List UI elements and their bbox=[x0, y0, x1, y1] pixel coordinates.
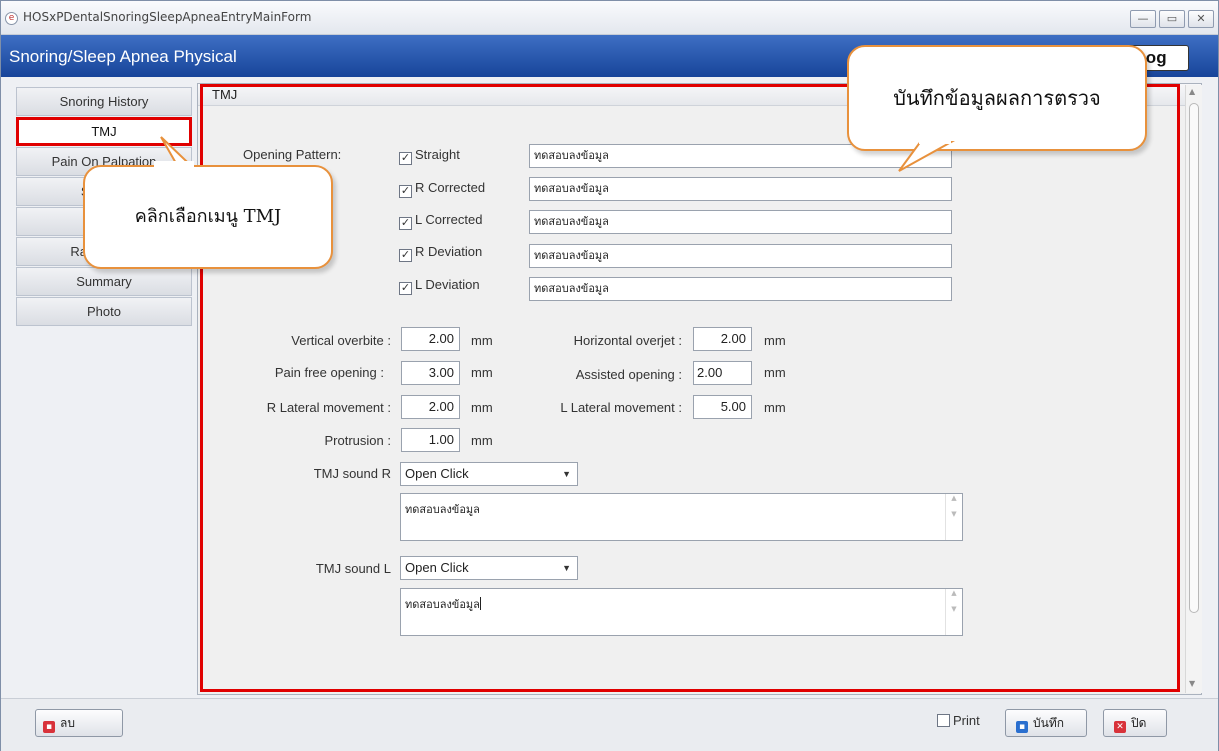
close-label: ปิด bbox=[1131, 716, 1147, 730]
panel-scrollbar[interactable]: ▲ ▼ bbox=[1185, 85, 1202, 693]
main-window: e HOSxPDentalSnoringSleepApneaEntryMainF… bbox=[0, 0, 1219, 751]
close-button[interactable]: ✕ ปิด bbox=[1103, 709, 1167, 737]
save-button[interactable]: ▪ บันทึก bbox=[1005, 709, 1087, 737]
close-window-button[interactable]: ✕ bbox=[1188, 10, 1214, 28]
title-bar: e HOSxPDentalSnoringSleepApneaEntryMainF… bbox=[1, 1, 1218, 35]
scroll-up-icon[interactable]: ▲ bbox=[1189, 87, 1195, 96]
delete-label: ลบ bbox=[60, 716, 75, 730]
print-label: Print bbox=[953, 713, 980, 728]
floppy-disk-icon: ▪ bbox=[1016, 721, 1028, 733]
highlight-frame bbox=[200, 84, 1180, 692]
delete-button[interactable]: ▪ ลบ bbox=[35, 709, 123, 737]
callout-pointer-mask bbox=[154, 161, 194, 169]
menu-item-photo[interactable]: Photo bbox=[16, 297, 192, 326]
menu-item-summary[interactable]: Summary bbox=[16, 267, 192, 296]
callout-select-tmj: คลิกเลือกเมนู TMJ bbox=[83, 165, 333, 269]
callout-pointer bbox=[898, 141, 956, 172]
form-title: Snoring/Sleep Apnea Physical bbox=[9, 47, 237, 66]
menu-item-snoring-history[interactable]: Snoring History bbox=[16, 87, 192, 116]
maximize-button[interactable]: ▭ bbox=[1159, 10, 1185, 28]
save-label: บันทึก bbox=[1033, 716, 1064, 730]
unchecked-box-icon bbox=[937, 714, 950, 727]
scroll-thumb[interactable] bbox=[1189, 103, 1199, 613]
trash-icon: ▪ bbox=[43, 721, 55, 733]
callout-record-results: บันทึกข้อมูลผลการตรวจ bbox=[847, 45, 1147, 151]
footer-bar: ▪ ลบ Print ▪ บันทึก ✕ ปิด bbox=[1, 698, 1218, 751]
app-icon: e bbox=[5, 12, 18, 25]
close-icon: ✕ bbox=[1114, 721, 1126, 733]
scroll-down-icon[interactable]: ▼ bbox=[1189, 679, 1195, 688]
window-title: HOSxPDentalSnoringSleepApneaEntryMainFor… bbox=[23, 10, 312, 24]
minimize-button[interactable]: — bbox=[1130, 10, 1156, 28]
print-checkbox[interactable]: Print bbox=[937, 713, 980, 728]
